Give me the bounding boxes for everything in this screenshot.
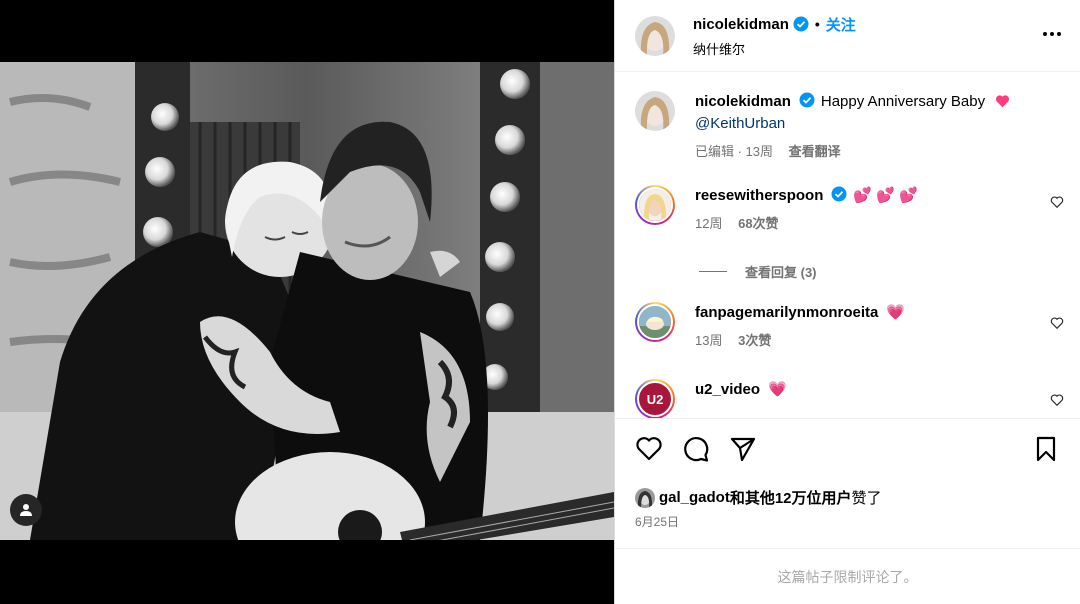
comments-restricted-text: 这篇帖子限制评论了。 [777,568,918,585]
post-caption: nicolekidman Happy Anniversary Baby @Keit… [635,91,1064,181]
likes-summary[interactable]: gal_gadot 和其他12万位用户 赞了 [635,487,882,508]
liker-username[interactable]: gal_gadot [659,489,730,506]
comment-icon[interactable] [682,435,710,463]
post-media [0,0,614,604]
follow-button[interactable]: 关注 [826,14,856,35]
liker-avatar [635,487,655,508]
comments-restricted-notice: 这篇帖子限制评论了。 [615,548,1080,604]
caption-avatar-image [635,91,675,131]
caption-text: Happy Anniversary Baby [820,93,986,110]
post-side-panel: nicolekidman • 关注 纳什维尔 nicolekidman Happ… [614,0,1080,604]
comment-item: reesewitherspoon 💕 💕 💕 12周 68次赞 [635,185,1064,245]
comment-username[interactable]: fanpagemarilynmonroeita [695,304,878,321]
heart-icon[interactable] [1050,316,1064,330]
comment-avatar[interactable]: U2 [635,379,675,418]
comment-text: 💗 [886,304,906,321]
comment-avatar-image [639,189,671,221]
caption-edited-time: 已编辑 · 13周 [695,144,774,159]
comments-list[interactable]: nicolekidman Happy Anniversary Baby @Keit… [615,73,1080,418]
like-heart-icon[interactable] [635,435,663,463]
bookmark-icon[interactable] [1032,435,1060,463]
post-location[interactable]: 纳什维尔 [693,39,856,58]
comment-text: 💕 💕 💕 [853,187,918,204]
liker-avatar-image [635,487,655,508]
comment-avatar-image [639,306,671,338]
view-replies-label: 查看回复 (3) [745,265,817,280]
caption-username[interactable]: nicolekidman [695,93,791,110]
comment-item: fanpagemarilynmonroeita 💗 13周 3次赞 [635,302,1064,362]
verified-icon [793,16,809,32]
more-options-button[interactable] [1040,22,1064,46]
replies-divider [699,271,727,272]
post-photo-image [0,62,614,540]
heart-icon[interactable] [1050,195,1064,209]
user-tag-button[interactable] [10,494,42,526]
post-header: nicolekidman • 关注 纳什维尔 [615,0,1080,72]
comment-age: 12周 [695,216,723,231]
view-replies-button[interactable]: 查看回复 (3) [699,262,817,281]
author-avatar[interactable] [635,15,675,56]
see-translation-button[interactable]: 查看翻译 [789,144,841,159]
likes-suffix-verb: 赞了 [851,490,882,507]
author-username[interactable]: nicolekidman [693,16,789,33]
comment-username[interactable]: reesewitherspoon [695,187,823,204]
comment-age: 13周 [695,333,723,348]
likes-suffix: 和其他12万位用户 [729,490,852,507]
comment-avatar[interactable] [635,302,675,342]
post-photo[interactable] [0,62,614,540]
post-actions: gal_gadot 和其他12万位用户 赞了 6月25日 [615,418,1080,548]
comment-avatar[interactable] [635,185,675,225]
author-avatar-image [635,15,675,56]
u2-logo-text: U2 [646,391,664,407]
comment-text: 💗 [768,381,787,398]
post-date: 6月25日 [635,515,680,529]
comment-username[interactable]: u2_video [695,381,760,398]
caption-avatar[interactable] [635,91,675,131]
user-tag-icon [20,504,32,516]
comment-likes-count[interactable]: 68次赞 [738,216,778,231]
more-icon [1043,32,1061,36]
pink-heart-emoji [996,95,1010,108]
heart-icon[interactable] [1050,393,1064,407]
comment-likes-count[interactable]: 3次赞 [738,333,771,348]
share-icon[interactable] [729,435,757,463]
separator-dot: • [814,16,820,32]
verified-icon [799,92,815,108]
comment-item: U2 u2_video 💗 [635,379,1064,418]
verified-icon [831,186,847,202]
caption-mention-link[interactable]: @KeithUrban [695,115,785,132]
